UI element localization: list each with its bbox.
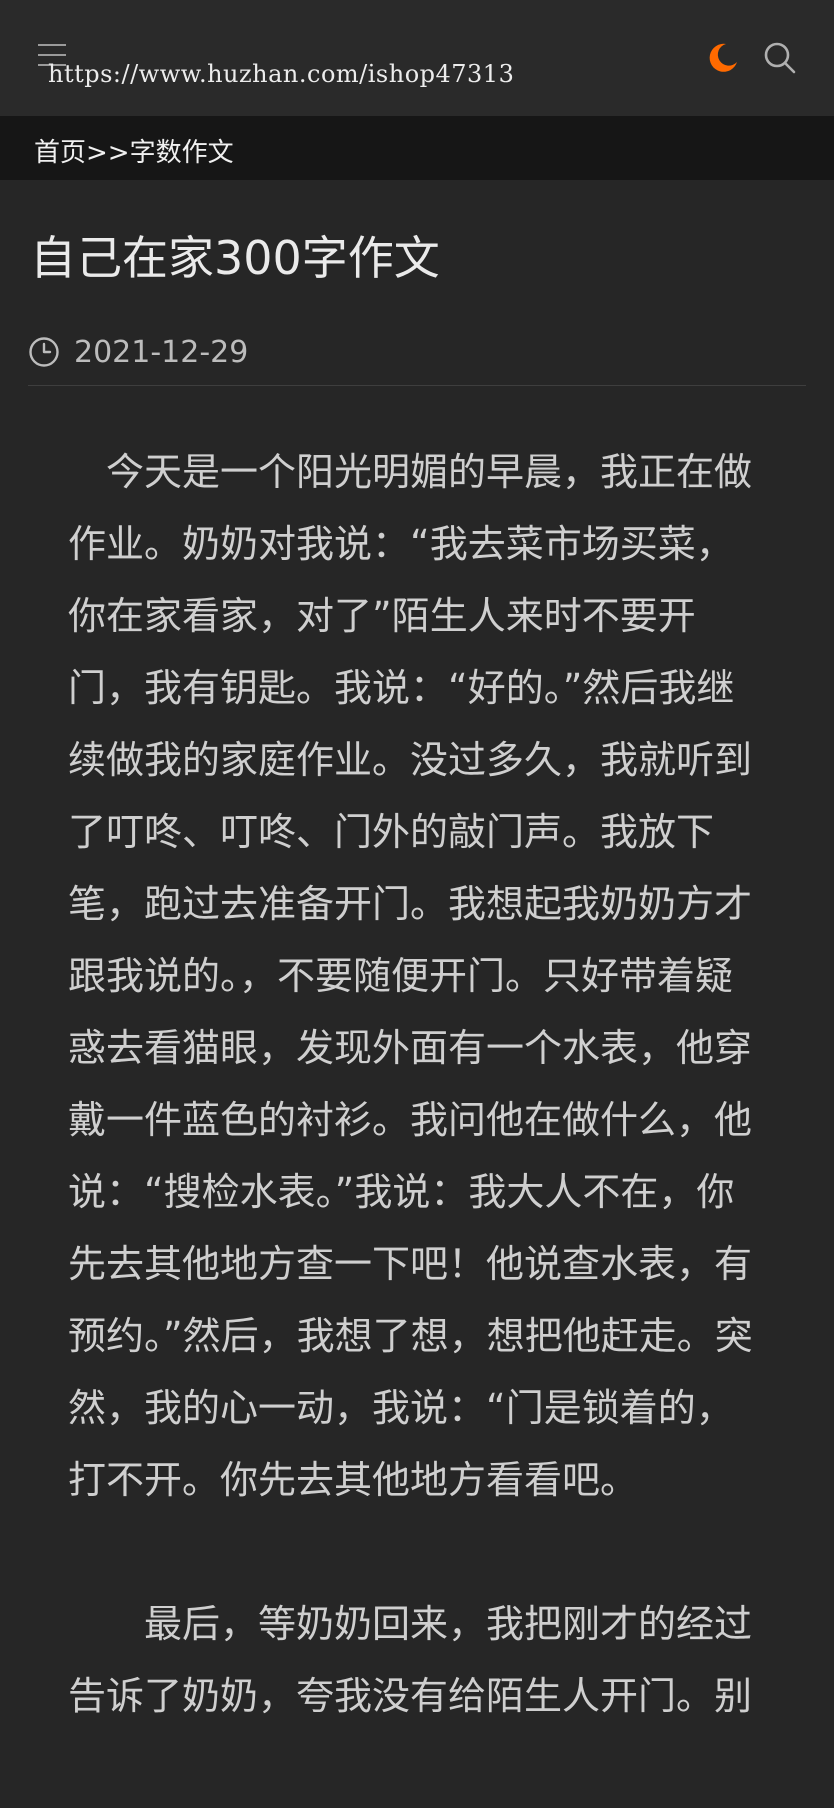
article-meta: 2021-12-29 — [28, 332, 248, 372]
article-paragraph: 最后，等奶奶回来，我把刚才的经过告诉了奶奶，夸我没有给陌生人开门。别 — [68, 1602, 753, 1718]
search-icon[interactable] — [762, 40, 798, 76]
breadcrumb: 首页>>字数作文 — [34, 132, 234, 169]
publish-date: 2021-12-29 — [74, 334, 249, 370]
top-navigation-bar: https://www.huzhan.com/ishop47313 — [0, 0, 834, 116]
breadcrumb-category-link[interactable]: 字数作文 — [130, 138, 234, 168]
divider — [28, 385, 806, 386]
breadcrumb-home-link[interactable]: 首页 — [34, 138, 86, 168]
watermark-url: https://www.huzhan.com/ishop47313 — [48, 60, 515, 88]
article-paragraph: 今天是一个阳光明媚的早晨，我正在做作业。奶奶对我说：“我去菜市场买菜，你在家看家… — [68, 450, 753, 1502]
breadcrumb-bar: 首页>>字数作文 — [0, 116, 834, 180]
article-body: 今天是一个阳光明媚的早晨，我正在做作业。奶奶对我说：“我去菜市场买菜，你在家看家… — [68, 436, 768, 1732]
moon-icon[interactable] — [704, 40, 740, 76]
breadcrumb-separator: >> — [86, 138, 130, 168]
clock-icon — [29, 337, 59, 367]
article-title: 自己在家300字作文 — [30, 231, 440, 285]
